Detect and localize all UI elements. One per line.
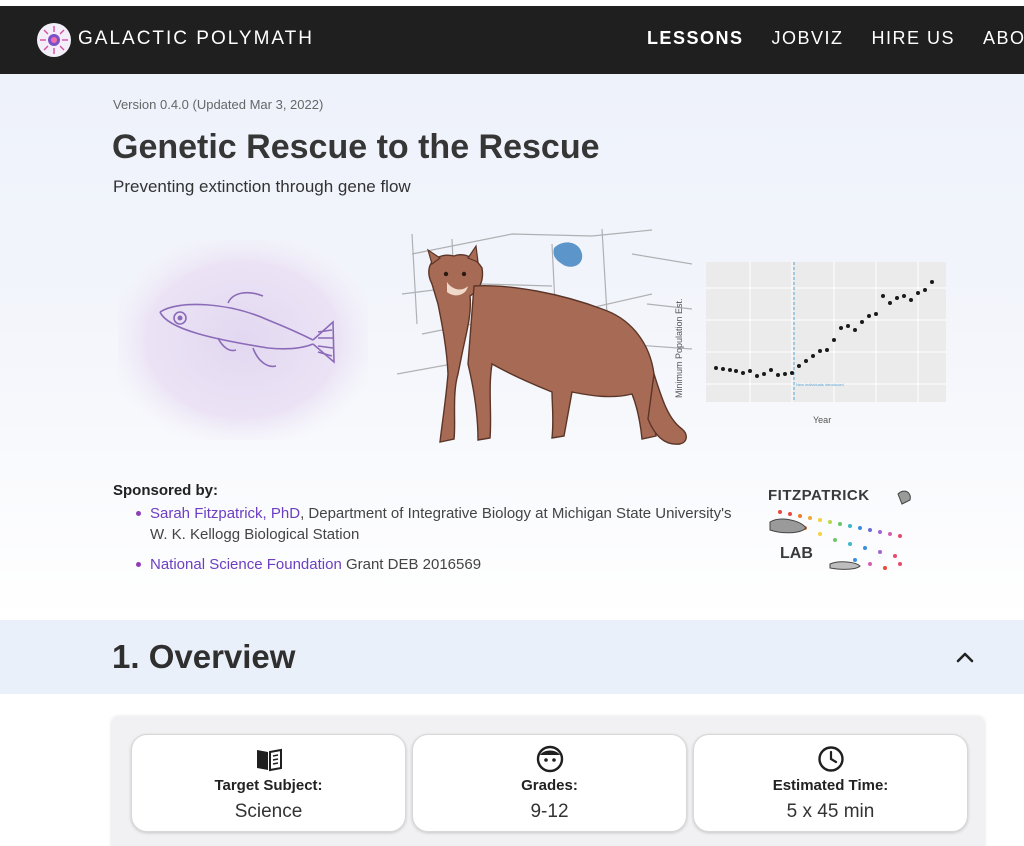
card-label: Estimated Time: bbox=[772, 777, 889, 794]
lab-logo-subtitle: LAB bbox=[780, 545, 813, 562]
card-value: Science bbox=[234, 801, 303, 822]
clock-icon bbox=[817, 746, 844, 772]
target-subject-card: Target Subject: Science bbox=[131, 734, 406, 832]
overview-title: 1. Overview bbox=[112, 638, 296, 675]
sponsor-link-nsf[interactable]: National Science Foundation bbox=[150, 556, 342, 573]
main-nav: LESSONS JOBVIZ HIRE US ABO bbox=[647, 28, 1024, 49]
sponsor-list: Sarah Fitzpatrick, PhD, Department of In… bbox=[133, 503, 733, 584]
chart-y-label: Minimum Population Est. bbox=[674, 298, 684, 398]
version-text: Version 0.4.0 (Updated Mar 3, 2022) bbox=[113, 97, 324, 112]
galactic-polymath-logo[interactable] bbox=[36, 22, 72, 58]
estimated-time-card: Estimated Time: 5 x 45 min bbox=[693, 734, 968, 832]
top-navbar: GALACTIC POLYMATH LESSONS JOBVIZ HIRE US… bbox=[0, 6, 1024, 74]
nav-jobviz[interactable]: JOBVIZ bbox=[771, 28, 843, 49]
grades-card: Grades: 9-12 bbox=[412, 734, 687, 832]
sponsor-detail: Grant DEB 2016569 bbox=[341, 556, 482, 573]
face-icon bbox=[536, 745, 563, 773]
sponsor-link-fitzpatrick[interactable]: Sarah Fitzpatrick, PhD bbox=[150, 505, 300, 522]
chart-annotation: New individuals introduced bbox=[796, 382, 844, 387]
sponsor-item: National Science Foundation Grant DEB 20… bbox=[133, 554, 733, 575]
nav-about[interactable]: ABO bbox=[983, 28, 1024, 49]
florida-panther-illustration bbox=[396, 228, 692, 445]
card-value: 9-12 bbox=[530, 801, 569, 822]
chart-x-label: Year bbox=[813, 415, 831, 425]
card-value: 5 x 45 min bbox=[786, 801, 875, 822]
fish-illustration bbox=[118, 240, 368, 440]
page-title: Genetic Rescue to the Rescue bbox=[112, 128, 600, 166]
card-label: Grades: bbox=[521, 777, 578, 794]
chevron-up-icon[interactable] bbox=[953, 648, 977, 666]
brand-name[interactable]: GALACTIC POLYMATH bbox=[78, 28, 314, 50]
sponsored-heading: Sponsored by: bbox=[113, 482, 219, 499]
book-icon bbox=[256, 748, 282, 772]
page-subtitle: Preventing extinction through gene flow bbox=[113, 177, 411, 196]
lab-logo-title: FITZPATRICK bbox=[768, 487, 870, 504]
population-chart-image: New individuals introduced Year Minimum … bbox=[674, 262, 946, 425]
nav-hire-us[interactable]: HIRE US bbox=[871, 28, 955, 49]
nav-lessons[interactable]: LESSONS bbox=[647, 28, 744, 49]
fitzpatrick-lab-logo[interactable]: FITZPATRICK LAB bbox=[760, 484, 915, 576]
sponsor-item: Sarah Fitzpatrick, PhD, Department of In… bbox=[133, 503, 733, 545]
card-label: Target Subject: bbox=[214, 777, 323, 794]
